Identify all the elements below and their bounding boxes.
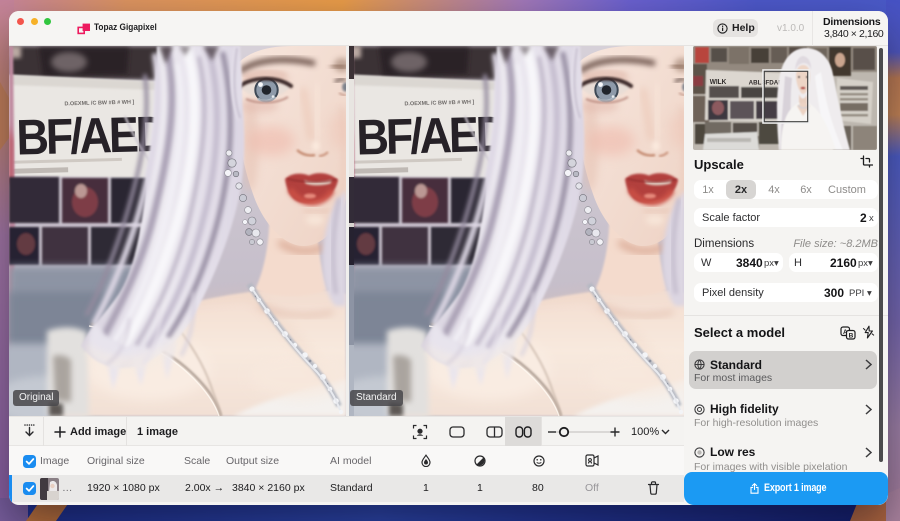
- svg-text:B: B: [849, 332, 854, 339]
